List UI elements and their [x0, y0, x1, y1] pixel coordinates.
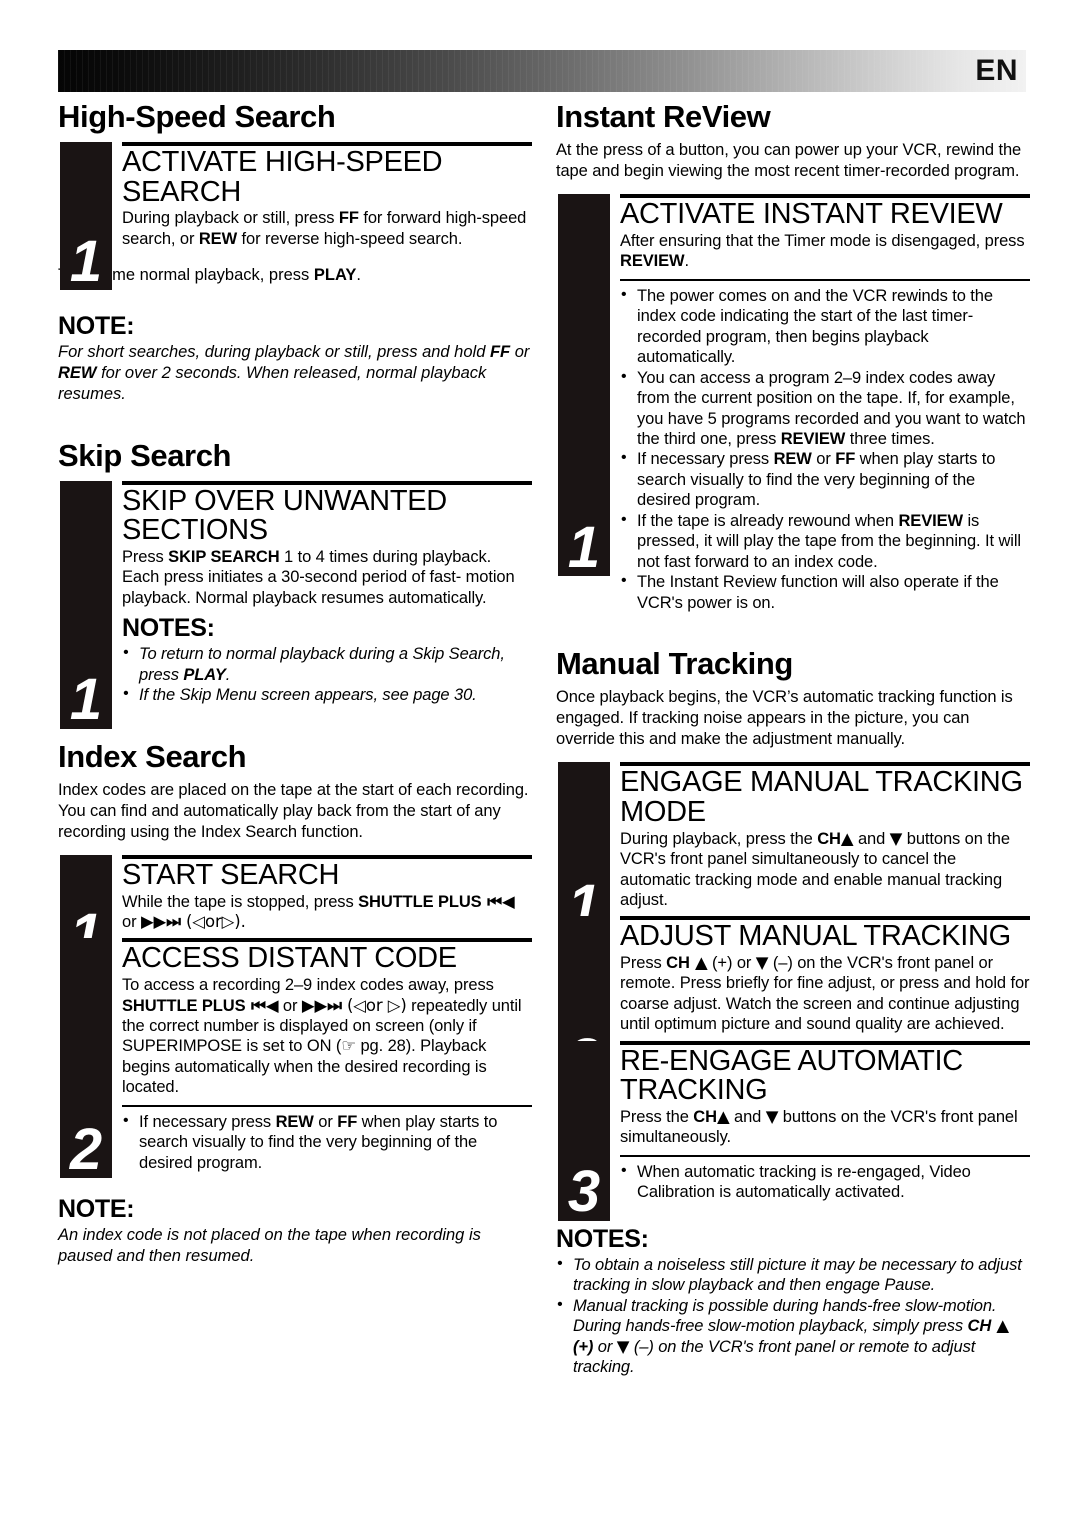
list-item: To obtain a noiseless still picture it m… — [556, 1254, 1030, 1296]
section-skip-search: Skip Search 1 SKIP OVER UNWANTED SECTION… — [58, 437, 532, 729]
step-text: While the tape is stopped, press SHUTTLE… — [122, 891, 515, 932]
step-number: 1 — [69, 667, 103, 733]
step-bullets: The power comes on and the VCR rewinds t… — [620, 285, 1030, 613]
note-title: NOTE: — [58, 1195, 135, 1224]
step-body: ACCESS DISTANT CODE To access a recordin… — [122, 938, 532, 1173]
notes-title: NOTES: — [556, 1224, 649, 1253]
divider — [122, 1104, 532, 1107]
section-index-search: Index Search Index codes are placed on t… — [58, 738, 532, 1267]
step-block: 1 ENGAGE MANUAL TRACKING MODE During pla… — [556, 762, 1030, 935]
right-column: Instant ReView At the press of a button,… — [556, 99, 1030, 1378]
section-title: Index Search — [58, 738, 247, 774]
list-item: When automatic tracking is re-engaged, V… — [620, 1161, 1030, 1203]
notes-list: To obtain a noiseless still picture it m… — [556, 1254, 1030, 1378]
step-number: 2 — [69, 1117, 103, 1183]
divider — [620, 1154, 1030, 1157]
section-title: High-Speed Search — [58, 99, 336, 134]
step-text: Press SKIP SEARCH 1 to 4 times during pl… — [122, 547, 515, 607]
step-text: To access a recording 2–9 index codes aw… — [122, 976, 522, 1097]
step-bullets: When automatic tracking is re-engaged, V… — [620, 1161, 1030, 1203]
step-heading: RE-ENGAGE AUTOMATIC TRACKING — [620, 1044, 963, 1107]
step-block: 1 SKIP OVER UNWANTED SECTIONS Press SKIP… — [58, 480, 532, 729]
step-text: Press the CH▲ and ▼ buttons on the VCR's… — [620, 1106, 1018, 1147]
section-title: Skip Search — [58, 437, 232, 473]
step-body: ACTIVATE HIGH-SPEED SEARCH During playba… — [122, 142, 532, 249]
notes-title: NOTES: — [122, 614, 215, 643]
step-block: 3 RE-ENGAGE AUTOMATIC TRACKING Press the… — [556, 1040, 1030, 1221]
section-title: Manual Tracking — [556, 646, 793, 682]
section-intro: Index codes are placed on the tape at th… — [58, 780, 529, 841]
section-instant-review: Instant ReView At the press of a button,… — [556, 99, 1030, 613]
step-heading: ACTIVATE HIGH-SPEED SEARCH — [122, 146, 443, 208]
list-item: If necessary press REW or FF when play s… — [620, 448, 1030, 510]
section-intro: At the press of a button, you can power … — [556, 141, 1022, 181]
step-number-box: 1 — [558, 762, 610, 935]
step-block: 2 ADJUST MANUAL TRACKING Press CH ▲ (+) … — [556, 916, 1030, 1089]
step-text: During playback or still, press FF for f… — [122, 209, 527, 248]
list-item: Manual tracking is possible during hands… — [556, 1295, 1030, 1378]
step-body: SKIP OVER UNWANTED SECTIONS Press SKIP S… — [122, 480, 532, 706]
section-manual-tracking: Manual Tracking Once playback begins, th… — [556, 646, 1030, 1378]
note-text: For short searches, during playback or s… — [58, 343, 530, 403]
list-item: If necessary press REW or FF when play s… — [122, 1111, 532, 1173]
section-high-speed-search: High-Speed Search 1 ACTIVATE HIGH-SPEED … — [58, 99, 532, 405]
list-item: You can access a program 2–9 index codes… — [620, 367, 1030, 450]
step-text: During playback, press the CH▲ and ▼ but… — [620, 828, 1010, 909]
step-block: 1 ACTIVATE HIGH-SPEED SEARCH During play… — [58, 142, 532, 290]
note-text: An index code is not placed on the tape … — [58, 1226, 481, 1265]
list-item: If the tape is already rewound when REVI… — [620, 510, 1030, 572]
list-item: The power comes on and the VCR rewinds t… — [620, 285, 1030, 368]
step-number-box: 1 — [60, 480, 112, 733]
step-body: ACTIVATE INSTANT REVIEW After ensuring t… — [620, 194, 1030, 613]
divider — [620, 278, 1030, 281]
after-step-text: To resume normal playback, press PLAY. — [58, 266, 361, 285]
step-number-box: 2 — [60, 938, 112, 1183]
note-block: NOTE: For short searches, during playbac… — [58, 312, 532, 404]
section-intro: Once playback begins, the VCR’s automati… — [556, 688, 1013, 749]
step-block: 2 ACCESS DISTANT CODE To access a record… — [58, 938, 532, 1179]
note-title: NOTE: — [58, 312, 135, 341]
step-number-box: 1 — [60, 142, 112, 290]
step-number: 3 — [567, 1159, 601, 1225]
left-column: High-Speed Search 1 ACTIVATE HIGH-SPEED … — [58, 99, 532, 1267]
step-heading: ENGAGE MANUAL TRACKING MODE — [620, 766, 1023, 829]
step-heading: ACCESS DISTANT CODE — [122, 942, 457, 975]
step-block: 1 ACTIVATE INSTANT REVIEW After ensuring… — [556, 194, 1030, 613]
section-title: Instant ReView — [556, 99, 771, 134]
step-heading: SKIP OVER UNWANTED SECTIONS — [122, 484, 447, 547]
step-number-box: 3 — [558, 1040, 610, 1225]
step-heading: START SEARCH — [122, 859, 340, 891]
step-number-box: 1 — [558, 194, 610, 580]
step-body: RE-ENGAGE AUTOMATIC TRACKING Press the C… — [620, 1040, 1030, 1203]
step-body: ADJUST MANUAL TRACKING Press CH ▲ (+) or… — [620, 916, 1030, 1034]
list-item: The Instant Review function will also op… — [620, 571, 1030, 613]
notes-list: To return to normal playback during a Sk… — [122, 643, 532, 705]
list-item: To return to normal playback during a Sk… — [122, 643, 532, 685]
step-block: 1 START SEARCH While the tape is stopped… — [58, 855, 532, 963]
language-badge: EN — [975, 54, 1018, 87]
step-bullets: If necessary press REW or FF when play s… — [122, 1111, 532, 1173]
step-heading: ADJUST MANUAL TRACKING — [620, 920, 1011, 953]
step-text: After ensuring that the Timer mode is di… — [620, 231, 1025, 271]
step-body: START SEARCH While the tape is stopped, … — [122, 855, 532, 932]
step-number: 1 — [69, 228, 103, 294]
step-heading: ACTIVATE INSTANT REVIEW — [620, 198, 1003, 231]
header-gradient-bar — [58, 50, 1026, 92]
notes-block: NOTES: To obtain a noiseless still pictu… — [556, 1225, 1030, 1378]
step-text: Press CH ▲ (+) or ▼ (–) on the VCR's fro… — [620, 953, 1030, 1034]
step-number: 1 — [567, 514, 601, 580]
list-item: If the Skip Menu screen appears, see pag… — [122, 684, 532, 705]
manual-page: EN High-Speed Search 1 ACTIVATE HIGH-SPE… — [0, 0, 1080, 1526]
note-block: NOTE: An index code is not placed on the… — [58, 1195, 532, 1267]
step-body: ENGAGE MANUAL TRACKING MODE During playb… — [620, 762, 1030, 910]
